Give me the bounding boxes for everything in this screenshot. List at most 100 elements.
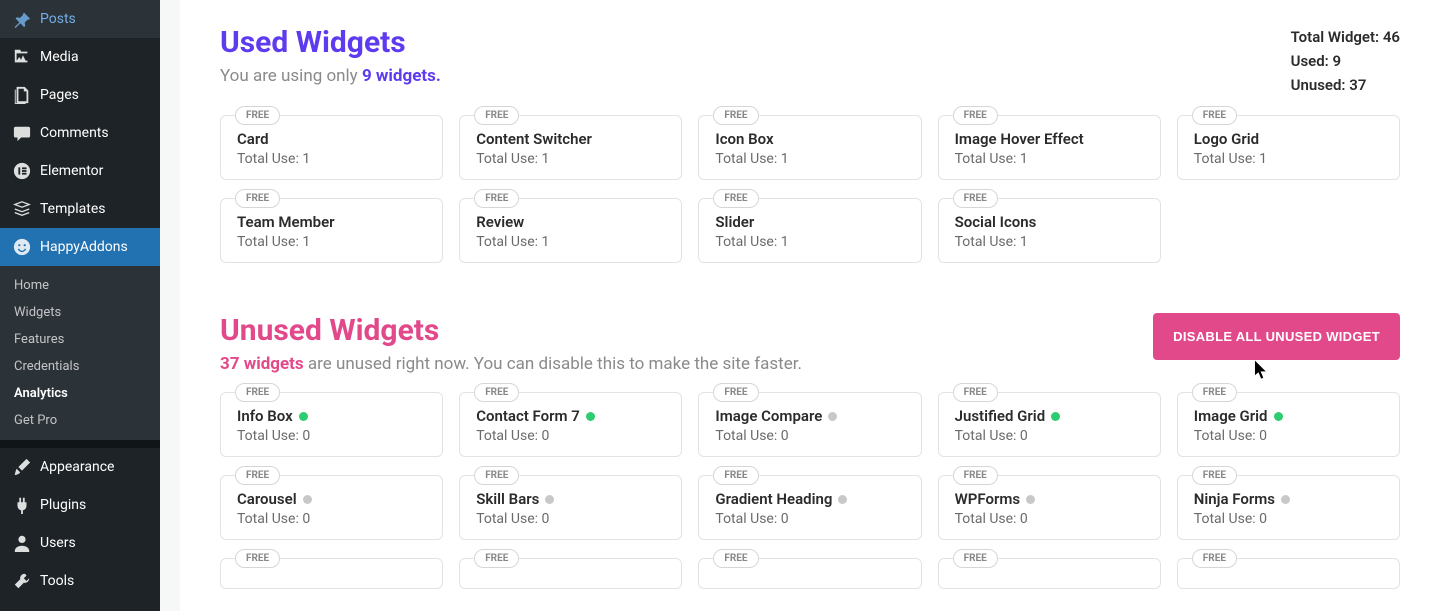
widget-card[interactable]: FREEJustified GridTotal Use: 0 bbox=[938, 392, 1161, 457]
sidebar-item-media[interactable]: Media bbox=[0, 38, 160, 76]
widget-tag: FREE bbox=[474, 189, 519, 208]
submenu-item-features[interactable]: Features bbox=[0, 326, 160, 353]
widget-name: Icon Box bbox=[715, 130, 904, 148]
sidebar-item-label: Elementor bbox=[40, 163, 103, 179]
widget-name: Contact Form 7 bbox=[476, 407, 665, 425]
widget-card[interactable]: FREEImage GridTotal Use: 0 bbox=[1177, 392, 1400, 457]
widget-use-count: Total Use: 1 bbox=[955, 234, 1144, 250]
widget-name: Team Member bbox=[237, 213, 426, 231]
stat-total-val: 46 bbox=[1383, 28, 1400, 46]
widget-card[interactable]: FREEWPFormsTotal Use: 0 bbox=[938, 475, 1161, 540]
widget-card[interactable]: FREELogo GridTotal Use: 1 bbox=[1177, 115, 1400, 180]
sidebar-item-pages[interactable]: Pages bbox=[0, 76, 160, 114]
stat-unused-val: 37 bbox=[1349, 76, 1366, 94]
widget-use-count: Total Use: 0 bbox=[715, 511, 904, 527]
widget-tag: FREE bbox=[235, 383, 280, 402]
submenu-item-credentials[interactable]: Credentials bbox=[0, 353, 160, 380]
widget-card[interactable]: FREE bbox=[698, 558, 921, 589]
widget-tag: FREE bbox=[713, 189, 758, 208]
submenu-item-get-pro[interactable]: Get Pro bbox=[0, 407, 160, 434]
status-dot-grey bbox=[1026, 495, 1035, 504]
widget-card[interactable]: FREEContact Form 7Total Use: 0 bbox=[459, 392, 682, 457]
widget-name: Gradient Heading bbox=[715, 490, 904, 508]
sidebar-item-label: Appearance bbox=[40, 459, 114, 475]
sidebar-item-label: Pages bbox=[40, 87, 79, 103]
pin-icon bbox=[12, 9, 32, 29]
widget-tag: FREE bbox=[953, 106, 998, 125]
widget-card[interactable]: FREE bbox=[1177, 558, 1400, 589]
widget-tag: FREE bbox=[235, 466, 280, 485]
status-dot-grey bbox=[545, 495, 554, 504]
widget-name: Logo Grid bbox=[1194, 130, 1383, 148]
widget-name: Carousel bbox=[237, 490, 426, 508]
used-widgets-title: Used Widgets bbox=[220, 25, 441, 60]
widget-card[interactable]: FREE bbox=[459, 558, 682, 589]
widget-card[interactable]: FREEIcon BoxTotal Use: 1 bbox=[698, 115, 921, 180]
sidebar-item-users[interactable]: Users bbox=[0, 524, 160, 562]
sidebar-item-happyaddons[interactable]: HappyAddons bbox=[0, 228, 160, 266]
used-widgets-header: Used Widgets You are using only 9 widget… bbox=[220, 25, 1400, 97]
widget-use-count: Total Use: 0 bbox=[237, 428, 426, 444]
admin-sidebar: PostsMedia Pages Comments Elementor Template… bbox=[0, 0, 160, 611]
widget-card[interactable]: FREE bbox=[938, 558, 1161, 589]
widget-card[interactable]: FREEContent SwitcherTotal Use: 1 bbox=[459, 115, 682, 180]
widget-use-count: Total Use: 1 bbox=[1194, 151, 1383, 167]
widget-card[interactable]: FREEImage CompareTotal Use: 0 bbox=[698, 392, 921, 457]
widget-name: Info Box bbox=[237, 407, 426, 425]
widget-use-count: Total Use: 0 bbox=[1194, 428, 1383, 444]
sidebar-item-label: Templates bbox=[40, 201, 106, 217]
used-widgets-grid: FREECardTotal Use: 1 FREE Content Switcher… bbox=[220, 115, 1400, 263]
status-dot-green bbox=[1274, 412, 1283, 421]
sidebar-item-comments[interactable]: Comments bbox=[0, 114, 160, 152]
widget-tag: FREE bbox=[713, 106, 758, 125]
widget-card[interactable]: FREETeam MemberTotal Use: 1 bbox=[220, 198, 443, 263]
widget-name: Content Switcher bbox=[476, 130, 665, 148]
widget-use-count: Total Use: 1 bbox=[476, 151, 665, 167]
disable-all-button[interactable]: DISABLE ALL UNUSED WIDGET bbox=[1153, 313, 1400, 360]
sidebar-item-tools[interactable]: Tools bbox=[0, 562, 160, 600]
widget-card[interactable]: FREENinja FormsTotal Use: 0 bbox=[1177, 475, 1400, 540]
widget-card[interactable]: FREECardTotal Use: 1 bbox=[220, 115, 443, 180]
stat-unused-label: Unused: bbox=[1291, 76, 1350, 94]
widget-tag: FREE bbox=[1192, 549, 1237, 568]
status-dot-green bbox=[299, 412, 308, 421]
widget-use-count: Total Use: 0 bbox=[1194, 511, 1383, 527]
widget-card[interactable]: FREECarouselTotal Use: 0 bbox=[220, 475, 443, 540]
widget-name: Review bbox=[476, 213, 665, 231]
widget-name: Image Compare bbox=[715, 407, 904, 425]
unused-widgets-subtitle: 37 widgets are unused right now. You can… bbox=[220, 354, 802, 374]
main-content: Used Widgets You are using only 9 widget… bbox=[180, 0, 1440, 611]
unused-widgets-title: Unused Widgets bbox=[220, 313, 802, 348]
plugin-icon bbox=[12, 495, 32, 515]
widget-stats: Total Widget: 46 Used: 9 Unused: 37 bbox=[1291, 25, 1400, 97]
widget-card[interactable]: FREEGradient HeadingTotal Use: 0 bbox=[698, 475, 921, 540]
widget-card[interactable]: FREE bbox=[220, 558, 443, 589]
widget-tag: FREE bbox=[953, 549, 998, 568]
widget-tag: FREE bbox=[953, 466, 998, 485]
widget-card[interactable]: FREESkill BarsTotal Use: 0 bbox=[459, 475, 682, 540]
widget-card[interactable]: FREEImage Hover EffectTotal Use: 1 bbox=[938, 115, 1161, 180]
submenu-item-analytics[interactable]: Analytics bbox=[0, 380, 160, 407]
widget-card[interactable]: FREEInfo BoxTotal Use: 0 bbox=[220, 392, 443, 457]
submenu-item-widgets[interactable]: Widgets bbox=[0, 299, 160, 326]
status-dot-green bbox=[1051, 412, 1060, 421]
widget-card[interactable]: FREESocial IconsTotal Use: 1 bbox=[938, 198, 1161, 263]
widget-tag: FREE bbox=[235, 549, 280, 568]
widget-name: Image Hover Effect bbox=[955, 130, 1144, 148]
sidebar-item-posts[interactable]: Posts bbox=[0, 0, 160, 38]
widget-card[interactable]: FREESliderTotal Use: 1 bbox=[698, 198, 921, 263]
widget-use-count: Total Use: 0 bbox=[955, 511, 1144, 527]
status-dot-grey bbox=[1281, 495, 1290, 504]
sidebar-item-plugins[interactable]: Plugins bbox=[0, 486, 160, 524]
stat-total-label: Total Widget: bbox=[1291, 28, 1383, 46]
sidebar-item-label: Comments bbox=[40, 125, 109, 141]
submenu-item-home[interactable]: Home bbox=[0, 272, 160, 299]
sidebar-item-templates[interactable]: Templates bbox=[0, 190, 160, 228]
status-dot-grey bbox=[828, 412, 837, 421]
sidebar-item-appearance[interactable]: Appearance bbox=[0, 448, 160, 486]
widget-use-count: Total Use: 1 bbox=[715, 234, 904, 250]
widget-tag: FREE bbox=[474, 106, 519, 125]
sidebar-item-label: HappyAddons bbox=[40, 239, 128, 255]
sidebar-item-elementor[interactable]: Elementor bbox=[0, 152, 160, 190]
widget-card[interactable]: FREEReviewTotal Use: 1 bbox=[459, 198, 682, 263]
